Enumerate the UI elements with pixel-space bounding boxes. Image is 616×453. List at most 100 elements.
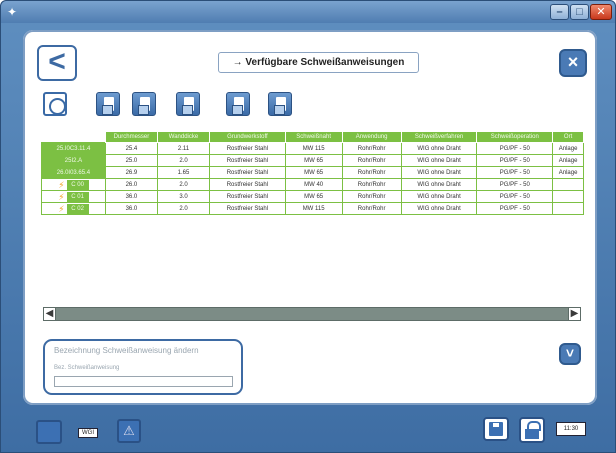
- column-header: Wanddicke: [156, 131, 211, 143]
- column-header: Schweißoperation: [476, 131, 554, 143]
- table-cell: PG/PF - 50: [476, 190, 554, 203]
- table-cell: MW 115: [284, 142, 343, 155]
- row-key: C 01: [66, 191, 89, 202]
- table-cell: 26.9: [104, 166, 158, 179]
- table-cell: PG/PF - 50: [476, 166, 554, 179]
- table-cell: Rohr/Rohr: [341, 154, 402, 167]
- screen-title: → Verfügbare Schweißanweisungen: [218, 52, 419, 73]
- table-corner: [41, 131, 106, 143]
- scroll-left-arrow-icon[interactable]: ◀: [44, 308, 56, 320]
- table-cell: Rostfreier Stahl: [209, 190, 286, 203]
- back-button[interactable]: <: [37, 45, 77, 81]
- table-cell: [552, 202, 584, 215]
- lightning-icon: ⚡: [58, 179, 65, 190]
- warning-icon[interactable]: ⚠: [117, 419, 141, 443]
- table-cell: [552, 190, 584, 203]
- table-row[interactable]: ⚡ C 02 36.0 2.0 Rostfreier Stahl MW 115 R…: [41, 202, 584, 215]
- table-cell: WIG ohne Draht: [400, 142, 478, 155]
- table-cell: Rohr/Rohr: [341, 190, 402, 203]
- table-cell: MW 65: [284, 190, 343, 203]
- row-key: 25I2.A: [41, 154, 106, 167]
- table-cell: MW 65: [284, 154, 343, 167]
- table-cell: Anlage: [552, 154, 584, 167]
- table-cell: 2.0: [156, 154, 211, 167]
- table-cell: [552, 178, 584, 191]
- panel-title: Bezeichnung Schweißanweisung ändern: [54, 346, 199, 355]
- column-header: Anwendung: [341, 131, 402, 143]
- rename-panel: Bezeichnung Schweißanweisung ändern Bez.…: [43, 339, 243, 395]
- import-document-icon[interactable]: [268, 92, 292, 116]
- row-key: C 00: [66, 179, 89, 190]
- clock-time: 11:30: [556, 422, 586, 436]
- bottom-bar: WGI ⚠ 11:30: [0, 409, 614, 453]
- lock-icon[interactable]: [519, 417, 545, 443]
- table-cell: MW 115: [284, 202, 343, 215]
- table-row[interactable]: ⚡ C 00 26.0 2.0 Rostfreier Stahl MW 40 Ro…: [41, 178, 584, 191]
- table-cell: 25.0: [104, 154, 158, 167]
- maximize-button[interactable]: □: [570, 4, 589, 20]
- status-label: WGI: [78, 428, 98, 438]
- screen-icon[interactable]: [36, 420, 62, 444]
- table-cell: 2.11: [156, 142, 211, 155]
- column-header: Grundwerkstoff: [209, 131, 286, 143]
- table-row[interactable]: 26.0I03.65.4 26.9 1.65 Rostfreier Stahl …: [41, 166, 584, 179]
- table-cell: Rostfreier Stahl: [209, 142, 286, 155]
- scroll-right-arrow-icon[interactable]: ▶: [568, 308, 580, 320]
- close-window-button[interactable]: ✕: [590, 4, 612, 20]
- table-cell: 25.4: [104, 142, 158, 155]
- table-row[interactable]: 25I2.A 25.0 2.0 Rostfreier Stahl MW 65 R…: [41, 154, 584, 167]
- row-key-cell: ⚡ C 02: [41, 202, 106, 215]
- row-key-cell: ⚡ C 01: [41, 190, 106, 203]
- table-cell: Rostfreier Stahl: [209, 178, 286, 191]
- export-document-icon[interactable]: [226, 92, 250, 116]
- column-header: Durchmesser: [104, 131, 158, 143]
- table-cell: 26.0: [104, 178, 158, 191]
- row-key: 26.0I03.65.4: [41, 166, 106, 179]
- table-cell: Anlage: [552, 166, 584, 179]
- lightning-icon: ⚡: [58, 203, 65, 214]
- table-cell: 2.0: [156, 178, 211, 191]
- table-cell: 3.0: [156, 190, 211, 203]
- save-icon[interactable]: [483, 417, 509, 441]
- refresh-icon[interactable]: [43, 92, 67, 116]
- panel-label: Bez. Schweißanweisung: [54, 365, 120, 371]
- table-cell: WIG ohne Draht: [400, 166, 478, 179]
- row-key: C 02: [66, 203, 89, 214]
- table-row[interactable]: ⚡ C 01 36.0 3.0 Rostfreier Stahl MW 65 Ro…: [41, 190, 584, 203]
- column-header: Ort: [552, 131, 584, 143]
- table-cell: WIG ohne Draht: [400, 154, 478, 167]
- column-header: Schweißverfahren: [400, 131, 478, 143]
- minimize-button[interactable]: –: [550, 4, 569, 20]
- table-cell: Rostfreier Stahl: [209, 202, 286, 215]
- table-cell: 36.0: [104, 190, 158, 203]
- table-cell: Rohr/Rohr: [341, 202, 402, 215]
- horizontal-scrollbar[interactable]: ◀ ▶: [43, 307, 581, 321]
- table-cell: 1.65: [156, 166, 211, 179]
- table-cell: PG/PF - 50: [476, 178, 554, 191]
- new-document-icon[interactable]: [96, 92, 120, 116]
- chevron-down-button[interactable]: ˅: [559, 343, 581, 365]
- table-cell: MW 40: [284, 178, 343, 191]
- table-cell: PG/PF - 50: [476, 142, 554, 155]
- table-row[interactable]: 25.I0C3.11.4 25.4 2.11 Rostfreier Stahl …: [41, 142, 584, 155]
- instruction-name-input[interactable]: [54, 376, 233, 387]
- title-bar: ✦ – □ ✕: [1, 1, 615, 23]
- table-cell: WIG ohne Draht: [400, 178, 478, 191]
- table-cell: PG/PF - 50: [476, 154, 554, 167]
- table-cell: WIG ohne Draht: [400, 190, 478, 203]
- lightning-icon: ⚡: [58, 191, 65, 202]
- delete-document-icon[interactable]: [176, 92, 200, 116]
- table-cell: WIG ohne Draht: [400, 202, 478, 215]
- table-cell: PG/PF - 50: [476, 202, 554, 215]
- welding-instructions-table: Durchmesser Wanddicke Grundwerkstoff Sch…: [41, 131, 584, 215]
- table-cell: Rostfreier Stahl: [209, 154, 286, 167]
- table-cell: Anlage: [552, 142, 584, 155]
- close-screen-button[interactable]: ×: [559, 49, 587, 77]
- table-cell: Rohr/Rohr: [341, 166, 402, 179]
- column-header: Schweißnaht: [284, 131, 343, 143]
- table-cell: Rohr/Rohr: [341, 178, 402, 191]
- copy-document-icon[interactable]: [132, 92, 156, 116]
- table-cell: MW 65: [284, 166, 343, 179]
- table-header-row: Durchmesser Wanddicke Grundwerkstoff Sch…: [41, 131, 584, 143]
- row-key-cell: ⚡ C 00: [41, 178, 106, 191]
